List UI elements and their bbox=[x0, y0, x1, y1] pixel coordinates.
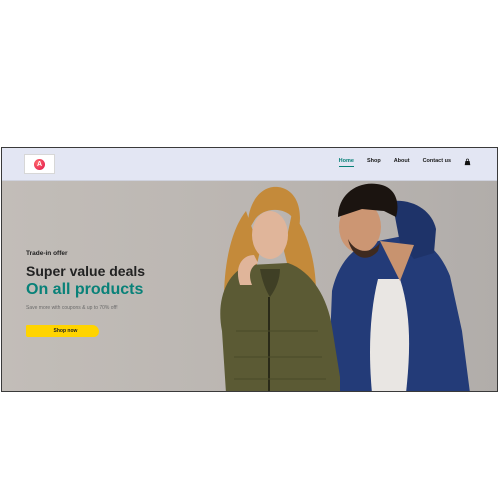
shopping-bag-icon[interactable] bbox=[464, 158, 471, 166]
hero-headline-highlight: On all products bbox=[26, 281, 144, 298]
nav-link-shop[interactable]: Shop bbox=[367, 158, 381, 167]
nav-link-about[interactable]: About bbox=[394, 158, 410, 167]
shop-now-button[interactable]: Shop now bbox=[26, 325, 99, 337]
brand-logo-icon: A bbox=[34, 158, 45, 170]
main-nav: Home Shop About Contact us bbox=[338, 158, 471, 167]
site-logo[interactable]: A bbox=[24, 154, 55, 174]
browser-viewport: A Home Shop About Contact us Trade-in of… bbox=[1, 147, 498, 392]
hero-banner: Trade-in offer Super value deals On all … bbox=[2, 181, 497, 391]
male-model-figure bbox=[328, 183, 470, 391]
hero-headline: Super value deals bbox=[26, 263, 146, 279]
fashion-models-photo bbox=[220, 183, 470, 391]
hero-subtext: Save more with coupons & up to 70% off! bbox=[26, 305, 118, 311]
nav-link-contact[interactable]: Contact us bbox=[423, 158, 451, 167]
hero-eyebrow: Trade-in offer bbox=[26, 250, 68, 257]
female-model-figure bbox=[220, 186, 340, 391]
nav-link-home[interactable]: Home bbox=[338, 158, 355, 167]
site-header: A Home Shop About Contact us bbox=[2, 148, 497, 181]
hero-copy: Trade-in offer Super value deals On all … bbox=[26, 250, 145, 337]
